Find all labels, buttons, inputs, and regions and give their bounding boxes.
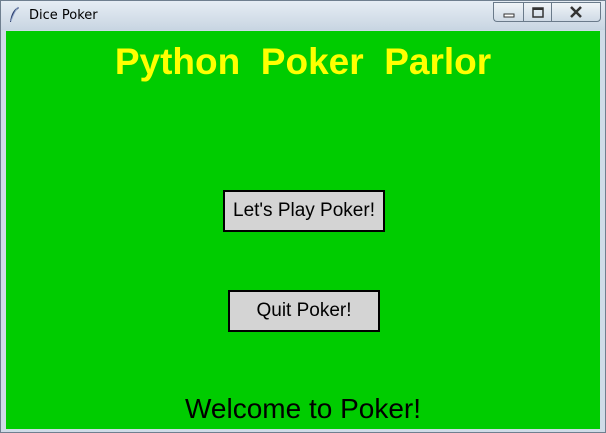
title-bar[interactable]: Dice Poker (1, 1, 605, 30)
status-message: Welcome to Poker! (184, 393, 422, 424)
minimize-button[interactable] (493, 2, 523, 22)
game-canvas: Python Poker Parlor Let's Play Poker! Qu… (6, 31, 600, 429)
app-window: Dice Poker Python Poker Parlor Let's Pla… (0, 0, 606, 433)
window-title: Dice Poker (29, 8, 98, 23)
maximize-icon (531, 3, 544, 22)
close-icon (569, 3, 583, 22)
maximize-button[interactable] (523, 2, 551, 22)
close-button[interactable] (551, 2, 601, 22)
page-title: Python Poker Parlor (114, 41, 492, 82)
feather-icon[interactable] (7, 6, 21, 24)
minimize-icon (503, 3, 515, 22)
window-controls (493, 2, 601, 22)
play-poker-button[interactable]: Let's Play Poker! (223, 190, 385, 232)
quit-poker-button[interactable]: Quit Poker! (228, 290, 380, 332)
